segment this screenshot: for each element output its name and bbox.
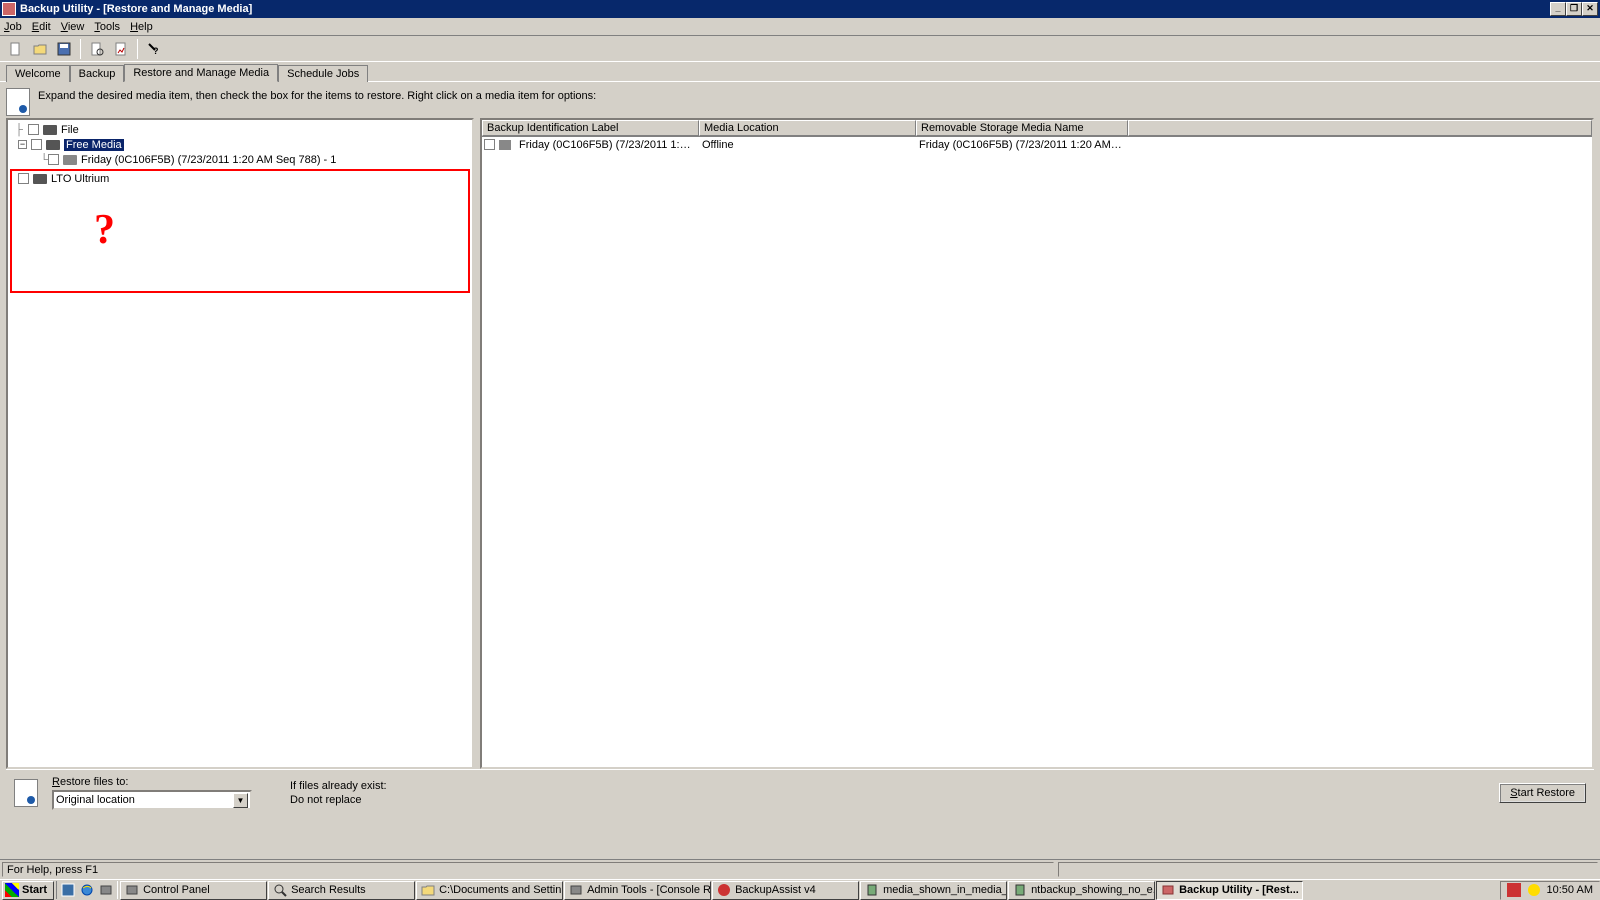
ie-button[interactable]: [78, 881, 96, 899]
open-job-button[interactable]: [30, 39, 50, 59]
window-title: Backup Utility - [Restore and Manage Med…: [20, 3, 1550, 15]
properties-button[interactable]: [87, 39, 107, 59]
checkbox[interactable]: [48, 154, 59, 165]
menubar: JJobob Edit View Tools Help: [0, 18, 1600, 36]
start-restore-button[interactable]: Start Restore: [1499, 783, 1586, 803]
toolbar: ?: [0, 36, 1600, 62]
tray-clock[interactable]: 10:50 AM: [1547, 884, 1593, 896]
menu-view[interactable]: View: [61, 21, 85, 33]
restore-options: Restore files to: Original location ▼ If…: [6, 769, 1594, 816]
restore-target-icon: [14, 779, 38, 807]
menu-edit[interactable]: Edit: [32, 21, 51, 33]
restore-files-to-label: Restore files to:: [52, 776, 252, 788]
if-exist-value: Do not replace: [290, 794, 387, 806]
menu-help[interactable]: Help: [130, 21, 153, 33]
media-list[interactable]: Backup Identification Label Media Locati…: [480, 118, 1594, 769]
restore-icon: [6, 88, 30, 116]
checkbox[interactable]: [18, 173, 29, 184]
media-tree[interactable]: ├ File − Free Media └ Friday (0C106F5: [6, 118, 474, 769]
task-admin-tools[interactable]: Admin Tools - [Console R...: [564, 881, 711, 900]
tape-icon: [63, 155, 77, 165]
start-button[interactable]: Start: [2, 881, 54, 900]
tab-row: Welcome Backup Restore and Manage Media …: [0, 62, 1600, 82]
task-search-results[interactable]: Search Results: [268, 881, 415, 900]
save-button[interactable]: [54, 39, 74, 59]
task-control-panel[interactable]: Control Panel: [120, 881, 267, 900]
app-icon: [2, 2, 16, 16]
col-media-location[interactable]: Media Location: [699, 120, 916, 136]
statusbar: For Help, press F1: [0, 859, 1600, 879]
content-area: Expand the desired media item, then chec…: [0, 82, 1600, 822]
col-media-name[interactable]: Removable Storage Media Name: [916, 120, 1128, 136]
menu-job[interactable]: JJobob: [4, 21, 22, 33]
close-button[interactable]: ✕: [1582, 2, 1598, 16]
question-mark-annotation: ?: [94, 206, 115, 254]
tree-item-free-media[interactable]: − Free Media: [10, 137, 470, 152]
system-tray: 10:50 AM: [1500, 881, 1600, 900]
status-right: [1058, 862, 1598, 877]
toolbar-separator: [137, 39, 138, 59]
checkbox[interactable]: [484, 139, 495, 150]
titlebar: Backup Utility - [Restore and Manage Med…: [0, 0, 1600, 18]
annotation-box: LTO Ultrium ?: [10, 169, 470, 293]
minimize-button[interactable]: _: [1550, 2, 1566, 16]
tree-item-file[interactable]: ├ File: [10, 122, 470, 137]
tray-icon-2[interactable]: [1527, 883, 1541, 897]
drive-icon: [46, 140, 60, 150]
restore-location-dropdown[interactable]: Original location ▼: [52, 790, 252, 810]
menu-tools[interactable]: Tools: [94, 21, 120, 33]
status-text: For Help, press F1: [2, 862, 1054, 877]
task-backup-utility[interactable]: Backup Utility - [Rest...: [1156, 881, 1303, 900]
context-help-button[interactable]: ?: [144, 39, 164, 59]
collapse-icon[interactable]: −: [18, 140, 27, 149]
windows-flag-icon: [5, 883, 19, 897]
tree-item-lto[interactable]: LTO Ultrium: [12, 171, 468, 186]
if-exist-label: If files already exist:: [290, 780, 387, 792]
col-backup-label[interactable]: Backup Identification Label: [482, 120, 699, 136]
tray-icon-1[interactable]: [1507, 883, 1521, 897]
task-media-shown[interactable]: media_shown_in_media_...: [860, 881, 1007, 900]
quick-launch: [56, 881, 118, 899]
list-item[interactable]: Friday (0C106F5B) (7/23/2011 1:20 AM... …: [482, 137, 1592, 153]
tape-icon: [499, 140, 511, 150]
tab-backup[interactable]: Backup: [70, 65, 125, 82]
instruction-text: Expand the desired media item, then chec…: [38, 88, 596, 102]
drive-icon: [43, 125, 57, 135]
chevron-down-icon[interactable]: ▼: [233, 793, 248, 808]
task-ntbackup[interactable]: ntbackup_showing_no_e...: [1008, 881, 1155, 900]
checkbox[interactable]: [28, 124, 39, 135]
col-empty[interactable]: [1128, 120, 1592, 136]
maximize-button[interactable]: ❐: [1566, 2, 1582, 16]
taskbar: Start Control Panel Search Results C:\Do…: [0, 879, 1600, 900]
new-job-button[interactable]: [6, 39, 26, 59]
task-docs-folder[interactable]: C:\Documents and Settin...: [416, 881, 563, 900]
svg-text:?: ?: [153, 46, 159, 56]
tab-schedule[interactable]: Schedule Jobs: [278, 65, 368, 82]
explorer-button[interactable]: [97, 881, 115, 899]
tab-welcome[interactable]: Welcome: [6, 65, 70, 82]
checkbox[interactable]: [31, 139, 42, 150]
toolbar-separator: [80, 39, 81, 59]
report-button[interactable]: [111, 39, 131, 59]
list-header: Backup Identification Label Media Locati…: [482, 120, 1592, 137]
tree-item-friday-tape[interactable]: └ Friday (0C106F5B) (7/23/2011 1:20 AM S…: [10, 152, 470, 167]
drive-icon: [33, 174, 47, 184]
tab-restore[interactable]: Restore and Manage Media: [124, 64, 278, 82]
task-backupassist[interactable]: BackupAssist v4: [712, 881, 859, 900]
show-desktop-button[interactable]: [59, 881, 77, 899]
